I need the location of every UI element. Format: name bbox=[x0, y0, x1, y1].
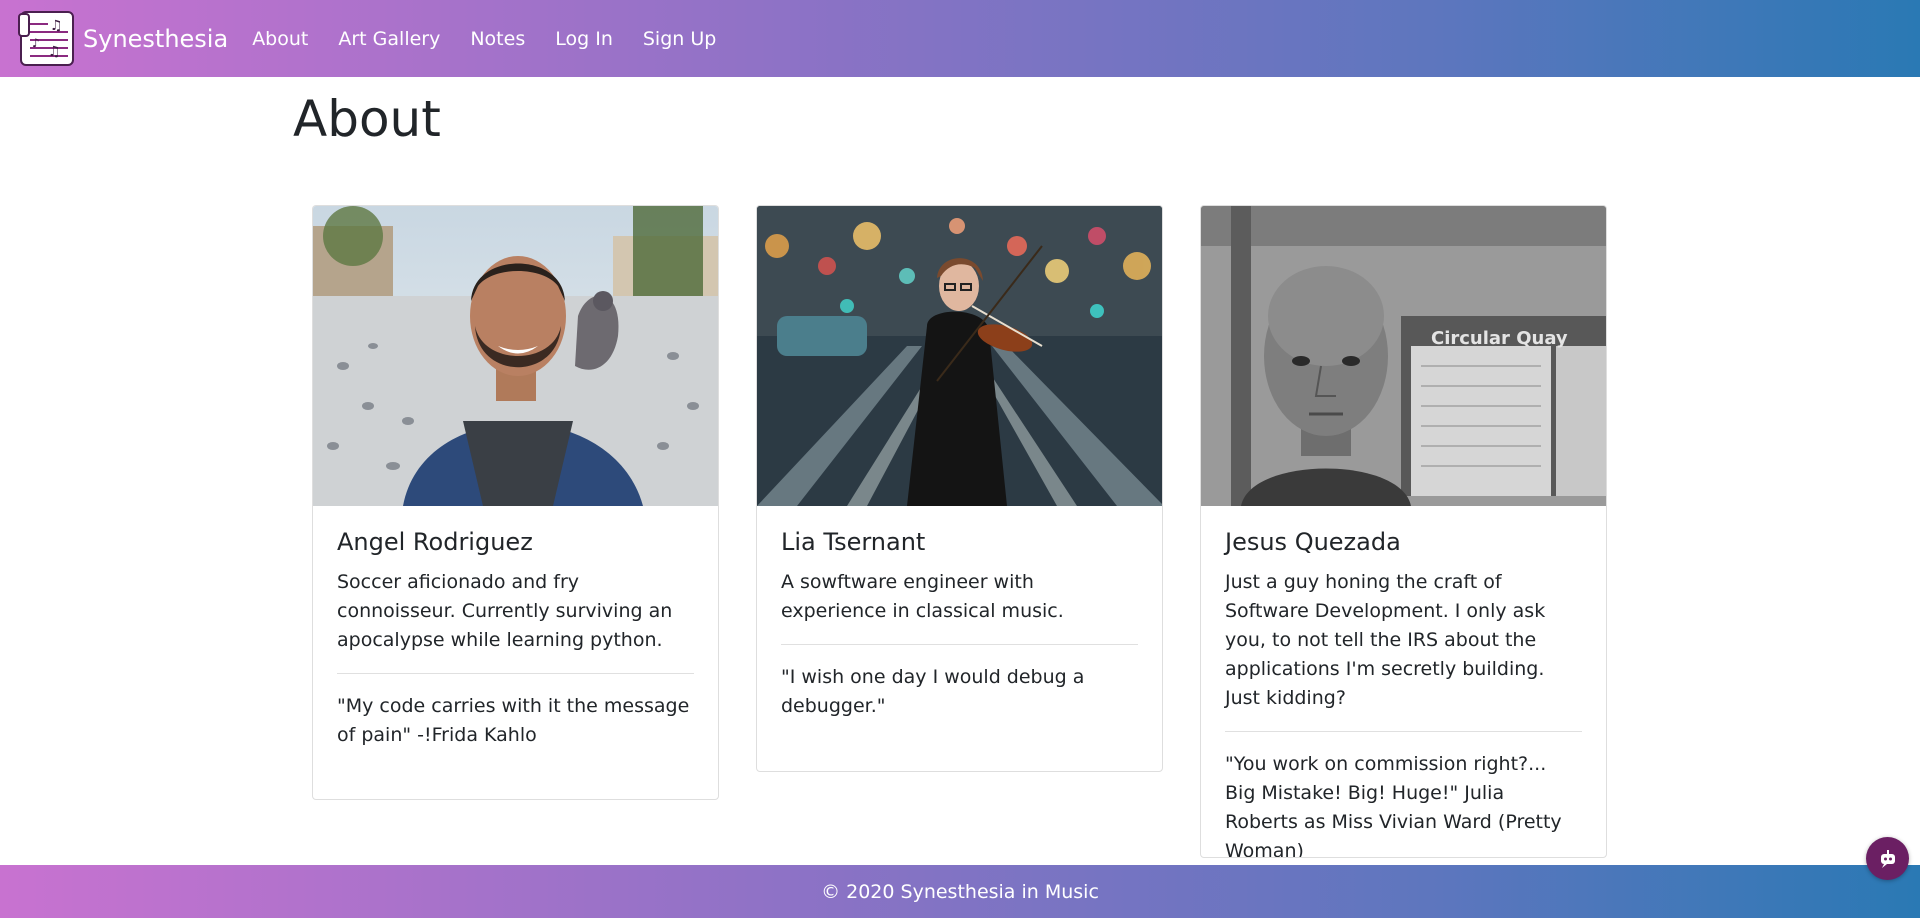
card-quote: "You work on commission right?... Big Mi… bbox=[1225, 753, 1562, 858]
card-quote: "I wish one day I would debug a debugger… bbox=[781, 666, 1085, 717]
profile-photo bbox=[313, 206, 718, 506]
profile-card-jesus: Circular Quay Jesus Quezada Just a guy h… bbox=[1200, 205, 1607, 858]
card-divider bbox=[1225, 731, 1582, 732]
sign-text: Circular Quay bbox=[1431, 328, 1568, 349]
nav-link-notes[interactable]: Notes bbox=[470, 28, 525, 50]
svg-text:♫: ♫ bbox=[50, 18, 63, 34]
profile-card-angel: Angel Rodriguez Soccer aficionado and fr… bbox=[312, 205, 719, 800]
music-notes-logo-icon: ♫ ♪ ♫ bbox=[18, 10, 75, 67]
card-quote: "My code carries with it the message of … bbox=[337, 695, 690, 746]
footer-copyright: © 2020 Synesthesia in Music bbox=[821, 880, 1099, 903]
card-body: Jesus Quezada Just a guy honing the craf… bbox=[1201, 506, 1606, 858]
nav-link-art-gallery[interactable]: Art Gallery bbox=[338, 28, 440, 50]
card-bio: A sowftware engineer with experience in … bbox=[781, 571, 1064, 622]
card-divider bbox=[337, 673, 694, 674]
nav-link-log-in[interactable]: Log In bbox=[555, 28, 613, 50]
card-title: Jesus Quezada bbox=[1225, 528, 1401, 556]
nav-link-sign-up[interactable]: Sign Up bbox=[643, 28, 716, 50]
page-title: About bbox=[293, 90, 441, 148]
card-title: Angel Rodriguez bbox=[337, 528, 533, 556]
card-body: Lia Tsernant A sowftware engineer with e… bbox=[757, 506, 1162, 743]
navbar: ♫ ♪ ♫ Synesthesia About Art Gallery Note… bbox=[0, 0, 1920, 77]
profile-card-lia: Lia Tsernant A sowftware engineer with e… bbox=[756, 205, 1163, 772]
profile-photo bbox=[757, 206, 1162, 506]
chat-bot-icon[interactable] bbox=[1866, 837, 1909, 880]
footer: © 2020 Synesthesia in Music bbox=[0, 865, 1920, 918]
nav-link-about[interactable]: About bbox=[252, 28, 308, 50]
brand-link[interactable]: ♫ ♪ ♫ Synesthesia bbox=[18, 10, 228, 67]
nav-links: About Art Gallery Notes Log In Sign Up bbox=[242, 28, 730, 50]
brand-name: Synesthesia bbox=[83, 24, 229, 53]
card-bio: Soccer aficionado and fry connoisseur. C… bbox=[337, 571, 673, 651]
card-divider bbox=[781, 644, 1138, 645]
card-bio: Just a guy honing the craft of Software … bbox=[1225, 571, 1546, 709]
profile-photo: Circular Quay bbox=[1201, 206, 1606, 506]
card-body: Angel Rodriguez Soccer aficionado and fr… bbox=[313, 506, 718, 772]
svg-text:♫: ♫ bbox=[48, 44, 61, 60]
card-title: Lia Tsernant bbox=[781, 528, 926, 556]
svg-text:♪: ♪ bbox=[32, 36, 40, 50]
